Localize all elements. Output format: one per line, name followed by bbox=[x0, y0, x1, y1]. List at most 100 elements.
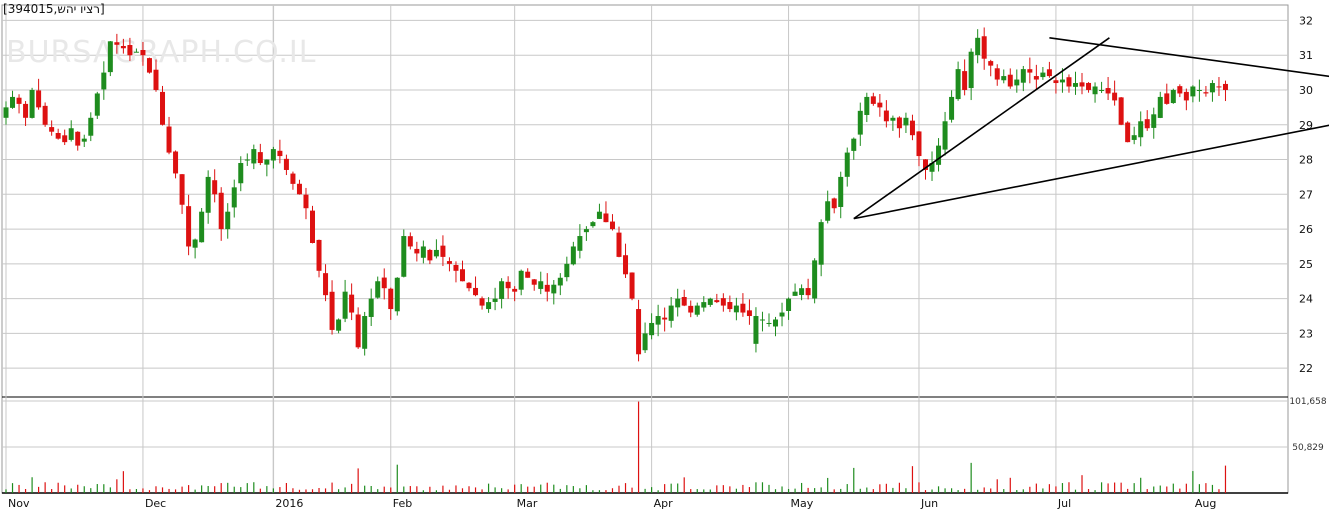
candle-body bbox=[688, 305, 694, 313]
trendlines bbox=[853, 37, 1329, 220]
chart-title: [רציו יהש,394015] bbox=[3, 2, 105, 16]
candle-body bbox=[244, 159, 250, 161]
candle-body bbox=[707, 298, 713, 305]
candle-body bbox=[290, 173, 296, 184]
candle-body bbox=[1144, 119, 1150, 129]
month-tick-label: Mar bbox=[517, 497, 538, 510]
candle-body bbox=[440, 245, 446, 257]
candle-body bbox=[525, 271, 531, 278]
candle-body bbox=[368, 298, 374, 317]
candle-body bbox=[388, 288, 394, 310]
candle-body bbox=[355, 314, 361, 348]
candle-body bbox=[642, 333, 648, 351]
candle-body bbox=[270, 149, 276, 161]
candle-body bbox=[296, 183, 302, 195]
candle-body bbox=[192, 239, 198, 248]
candle-body bbox=[375, 281, 381, 298]
candle-body bbox=[518, 270, 524, 290]
candle-body bbox=[277, 150, 283, 157]
candle-body bbox=[362, 316, 368, 349]
price-tick-label: 24 bbox=[1299, 293, 1313, 306]
candle-body bbox=[1086, 82, 1092, 90]
month-tick-label: Aug bbox=[1195, 497, 1216, 510]
candle-body bbox=[955, 69, 961, 100]
candle-body bbox=[655, 316, 661, 325]
month-tick-label: Apr bbox=[654, 497, 674, 510]
candle-body bbox=[577, 236, 583, 251]
price-tick-label: 22 bbox=[1299, 362, 1313, 375]
candle-body bbox=[916, 131, 922, 157]
candle-body bbox=[133, 51, 139, 53]
candle-body bbox=[649, 322, 655, 336]
candle-body bbox=[459, 269, 465, 282]
candle-body bbox=[746, 310, 752, 317]
month-tick-label: Jun bbox=[920, 497, 938, 510]
candle-body bbox=[36, 90, 42, 108]
candle-body bbox=[1059, 79, 1065, 83]
candle-body bbox=[1040, 72, 1046, 78]
candle-body bbox=[446, 261, 452, 264]
candle-body bbox=[323, 273, 329, 296]
candle-body bbox=[733, 305, 739, 313]
candle-body bbox=[981, 36, 987, 59]
candle-body bbox=[251, 149, 257, 164]
month-tick-label: 2016 bbox=[275, 497, 303, 510]
candle-body bbox=[851, 138, 857, 151]
candle-body bbox=[120, 45, 126, 49]
candle-body bbox=[1125, 122, 1131, 143]
volume-tick-label: 50,829 bbox=[1292, 443, 1324, 453]
price-tick-label: 28 bbox=[1299, 154, 1313, 167]
candle-body bbox=[877, 102, 883, 108]
candle-body bbox=[336, 319, 342, 331]
candle-body bbox=[179, 174, 185, 205]
candle-body bbox=[401, 236, 407, 277]
candle-body bbox=[1157, 96, 1163, 118]
price-tick-label: 31 bbox=[1299, 49, 1313, 62]
month-tick-label: Nov bbox=[8, 497, 30, 510]
candle-body bbox=[49, 127, 55, 132]
candle-body bbox=[505, 281, 511, 289]
candle-body bbox=[1209, 83, 1215, 93]
candle-body bbox=[629, 272, 635, 299]
candle-body bbox=[407, 236, 413, 247]
candle-body bbox=[949, 96, 955, 120]
candle-body bbox=[1183, 91, 1189, 101]
volume-tick-label: 101,658 bbox=[1289, 397, 1326, 407]
candle-body bbox=[668, 305, 674, 321]
candle-body bbox=[140, 50, 146, 56]
candle-body bbox=[909, 120, 915, 136]
candle-body bbox=[81, 138, 87, 142]
candle-body bbox=[101, 72, 107, 90]
month-tick-label: Feb bbox=[393, 497, 412, 510]
candle-body bbox=[1053, 80, 1059, 84]
candle-body bbox=[94, 93, 100, 116]
candle-body bbox=[786, 298, 792, 312]
candle-body bbox=[538, 281, 544, 289]
candle-body bbox=[1099, 89, 1105, 91]
candle-body bbox=[257, 152, 263, 164]
candle-body bbox=[486, 302, 492, 310]
candle-body bbox=[62, 135, 68, 143]
candle-body bbox=[114, 42, 120, 45]
candle-body bbox=[818, 222, 824, 265]
price-tick-label: 32 bbox=[1299, 14, 1313, 27]
candle-body bbox=[714, 300, 720, 303]
candle-body bbox=[1164, 93, 1170, 104]
candle-body bbox=[975, 37, 981, 56]
candle-body bbox=[1033, 76, 1039, 80]
candle-body bbox=[942, 121, 948, 150]
candle-body bbox=[681, 297, 687, 306]
candle-body bbox=[903, 117, 909, 126]
candle-body bbox=[962, 71, 968, 90]
candle-body bbox=[623, 255, 629, 275]
month-tick-label: Jul bbox=[1057, 497, 1071, 510]
candle-body bbox=[727, 302, 733, 310]
candle-body bbox=[551, 284, 557, 294]
candle-body bbox=[1007, 74, 1013, 87]
candle-body bbox=[199, 211, 205, 243]
candle-body bbox=[225, 211, 231, 230]
candle-body bbox=[75, 131, 81, 146]
candle-body bbox=[420, 246, 426, 258]
candle-body bbox=[603, 213, 609, 223]
candle-body bbox=[427, 249, 433, 261]
